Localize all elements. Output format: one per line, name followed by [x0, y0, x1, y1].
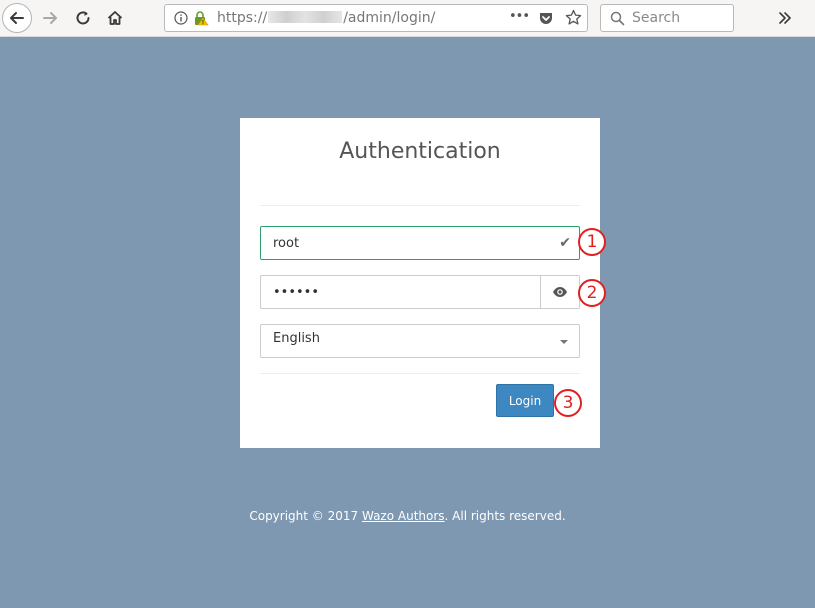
copyright-prefix: Copyright © 2017 — [249, 509, 362, 523]
home-icon — [107, 11, 123, 25]
arrow-right-icon — [43, 12, 57, 24]
annotation-badge-3: 3 — [554, 389, 582, 417]
reload-button[interactable] — [70, 5, 96, 31]
checkmark-icon: ✔ — [559, 235, 571, 251]
overflow-menu-button[interactable] — [772, 5, 798, 31]
annotation-badge-1: 1 — [578, 228, 606, 256]
language-select[interactable]: English — [260, 324, 580, 358]
search-icon — [610, 11, 625, 26]
url-prefix: https:// — [217, 10, 268, 26]
header-divider — [260, 205, 580, 206]
username-field[interactable]: ✔ — [260, 226, 580, 260]
copyright-suffix: . All rights reserved. — [444, 509, 566, 523]
bookmark-star-icon[interactable] — [565, 9, 582, 26]
url-text[interactable]: https:// /admin/login/ — [217, 10, 435, 26]
address-bar[interactable]: https:// /admin/login/ ••• — [164, 4, 588, 32]
page-title: Authentication — [339, 139, 501, 164]
home-button[interactable] — [102, 5, 128, 31]
double-chevron-right-icon — [779, 12, 791, 24]
login-button[interactable]: Login — [496, 384, 554, 417]
page-actions-icon[interactable]: ••• — [509, 9, 530, 24]
show-password-button[interactable] — [540, 276, 579, 308]
copyright-footer: Copyright © 2017 Wazo Authors. All right… — [0, 509, 815, 523]
password-input[interactable] — [261, 276, 553, 308]
reload-icon — [76, 11, 90, 25]
redacted-host — [268, 11, 343, 23]
pocket-icon[interactable] — [538, 10, 554, 26]
info-icon — [174, 11, 188, 25]
password-field[interactable] — [260, 275, 580, 309]
forward-button[interactable] — [37, 5, 63, 31]
url-path: /admin/login/ — [343, 10, 436, 26]
footer-divider — [260, 373, 580, 374]
search-bar[interactable]: Search — [600, 4, 734, 32]
browser-toolbar: https:// /admin/login/ ••• Search — [0, 0, 815, 37]
annotation-badge-2: 2 — [578, 279, 606, 307]
caret-down-icon — [560, 340, 568, 344]
eye-icon — [553, 287, 567, 297]
username-input[interactable] — [261, 227, 553, 259]
search-placeholder: Search — [632, 10, 681, 26]
language-selected: English — [273, 331, 320, 346]
back-button[interactable] — [2, 3, 32, 33]
insecure-lock-icon — [195, 11, 209, 26]
wazo-authors-link[interactable]: Wazo Authors — [362, 509, 445, 523]
arrow-left-icon — [10, 12, 24, 24]
login-card: Authentication ✔ English Login — [240, 118, 600, 448]
